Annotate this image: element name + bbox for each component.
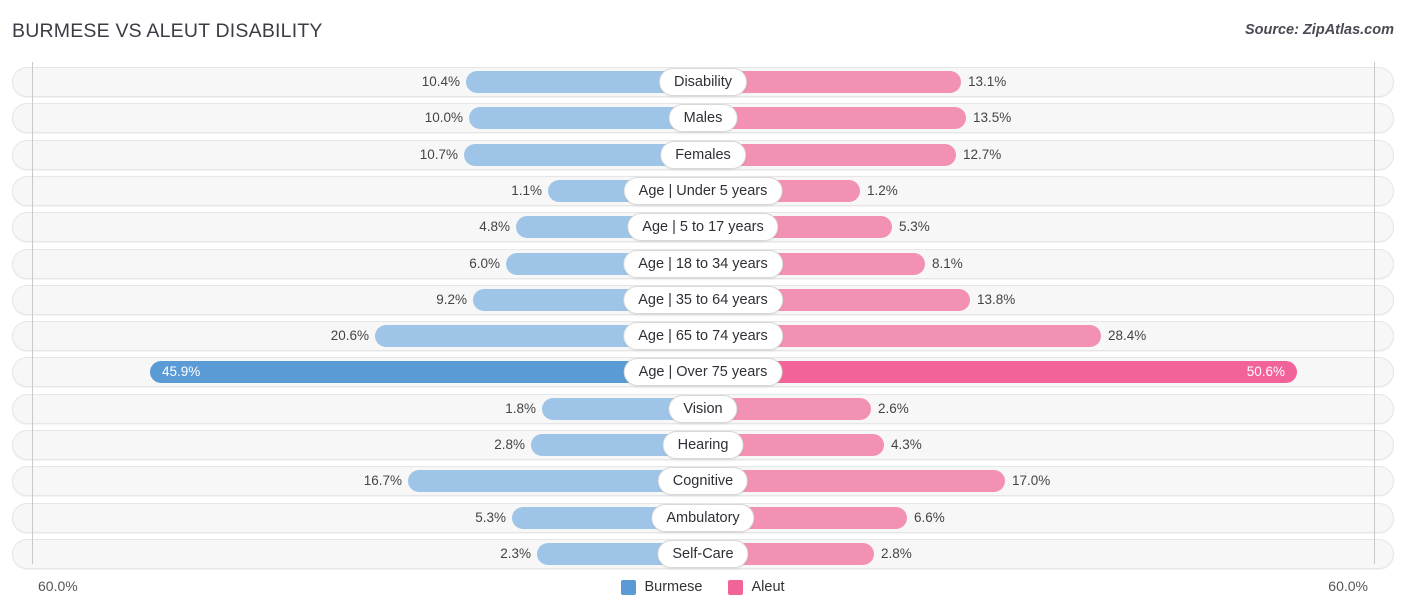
row-label-pill: Females — [660, 140, 746, 169]
row-label-text: Age | 35 to 64 years — [638, 291, 768, 308]
value-label-burmese: 10.0% — [424, 110, 463, 126]
table-row: 10.7% 12.7% Females — [12, 139, 1394, 170]
source-attribution: Source: ZipAtlas.com — [1244, 22, 1394, 38]
row-label-text: Age | Over 75 years — [638, 364, 768, 381]
value-label-burmese: 2.8% — [494, 437, 525, 452]
row-label-pill: Age | 5 to 17 years — [627, 213, 779, 242]
axis-line-right — [1374, 62, 1375, 564]
table-row: 2.8% 4.3% Hearing — [12, 430, 1394, 460]
chart-page: BURMESE VS ALEUT DISABILITY Source: ZipA… — [0, 0, 1406, 612]
bar-burmese — [150, 361, 703, 384]
row-label-text: Males — [683, 110, 723, 127]
value-label-burmese: 4.8% — [479, 219, 510, 235]
bar-aleut — [703, 361, 1297, 384]
axis-line-left — [32, 62, 33, 564]
row-label-text: Age | 5 to 17 years — [642, 219, 764, 236]
value-label-aleut: 12.7% — [963, 146, 1002, 162]
page-title: BURMESE VS ALEUT DISABILITY — [12, 20, 323, 42]
table-row: 6.0% 8.1% Age | 18 to 34 years — [12, 248, 1394, 279]
chart-header: BURMESE VS ALEUT DISABILITY Source: ZipA… — [0, 0, 1406, 62]
row-label-text: Cognitive — [672, 473, 734, 490]
value-label-aleut: 17.0% — [1012, 473, 1051, 489]
row-label-text: Age | 65 to 74 years — [638, 328, 768, 345]
row-label-pill: Ambulatory — [651, 503, 755, 532]
value-label-burmese: 6.0% — [469, 255, 500, 271]
value-label-aleut: 1.2% — [867, 182, 898, 198]
legend-label: Burmese — [644, 579, 703, 595]
table-row: 45.9% 50.6% Age | Over 75 years — [12, 357, 1394, 388]
value-label-burmese: 10.4% — [421, 74, 460, 89]
row-label-text: Disability — [673, 74, 733, 90]
value-label-burmese: 1.8% — [505, 400, 536, 416]
chart-plot-area: 10.4% 13.1% Disability 10.0% 13.5% Males 10.7%… — [0, 62, 1406, 570]
table-row: 9.2% 13.8% Age | 35 to 64 years — [12, 284, 1394, 315]
value-label-aleut: 2.6% — [878, 400, 909, 416]
row-label-pill: Self-Care — [657, 539, 749, 568]
row-label-text: Ambulatory — [666, 509, 740, 526]
value-label-aleut: 28.4% — [1108, 328, 1147, 344]
value-label-burmese: 10.7% — [419, 146, 458, 162]
table-row: 2.3% 2.8% Self-Care — [12, 538, 1394, 569]
table-row: 10.0% 13.5% Males — [12, 103, 1394, 134]
row-label-text: Females — [675, 146, 731, 163]
value-label-burmese: 45.9% — [162, 364, 201, 380]
row-label-text: Hearing — [677, 437, 729, 453]
row-label-pill: Age | 35 to 64 years — [623, 285, 783, 314]
value-label-burmese: 16.7% — [363, 473, 402, 489]
value-label-aleut: 8.1% — [932, 255, 963, 271]
row-label-pill: Age | 65 to 74 years — [623, 322, 783, 351]
row-label-pill: Age | 18 to 34 years — [623, 249, 783, 278]
table-row: 20.6% 28.4% Age | 65 to 74 years — [12, 321, 1394, 352]
value-label-burmese: 9.2% — [436, 291, 467, 307]
value-label-aleut: 13.8% — [977, 291, 1016, 307]
chart-footer: 60.0% 60.0% Burmese Aleut — [0, 570, 1406, 612]
row-label-text: Self-Care — [672, 545, 734, 562]
row-label-pill: Males — [668, 104, 738, 133]
row-label-text: Age | 18 to 34 years — [638, 255, 768, 272]
bar-aleut — [703, 107, 966, 130]
value-label-burmese: 20.6% — [330, 328, 369, 344]
row-label-pill: Cognitive — [657, 467, 749, 496]
value-label-burmese: 1.1% — [511, 182, 542, 198]
table-row: 1.8% 2.6% Vision — [12, 393, 1394, 424]
row-label-pill: Hearing — [662, 431, 744, 459]
row-label-pill: Vision — [668, 394, 738, 423]
legend-item-aleut[interactable]: Aleut — [728, 579, 785, 595]
table-row: 10.4% 13.1% Disability — [12, 67, 1394, 97]
row-label-text: Age | Under 5 years — [638, 182, 768, 199]
legend-label: Aleut — [751, 579, 785, 595]
value-label-burmese: 2.3% — [500, 545, 531, 561]
chart-legend: Burmese Aleut — [0, 579, 1406, 595]
legend-item-burmese[interactable]: Burmese — [621, 579, 702, 595]
value-label-aleut: 6.6% — [914, 509, 945, 525]
value-label-aleut: 50.6% — [1246, 364, 1285, 380]
row-label-pill: Age | Over 75 years — [623, 358, 783, 387]
row-label-pill: Age | Under 5 years — [623, 176, 783, 205]
value-label-aleut: 13.5% — [973, 110, 1012, 126]
legend-swatch-icon — [728, 579, 744, 595]
row-label-text: Vision — [683, 400, 723, 417]
value-label-aleut: 2.8% — [881, 545, 912, 561]
legend-swatch-icon — [621, 579, 637, 595]
table-row: 5.3% 6.6% Ambulatory — [12, 502, 1394, 533]
table-row: 16.7% 17.0% Cognitive — [12, 466, 1394, 497]
table-row: 4.8% 5.3% Age | 5 to 17 years — [12, 212, 1394, 243]
value-label-aleut: 4.3% — [891, 437, 922, 452]
row-label-pill: Disability — [658, 68, 748, 96]
table-row: 1.1% 1.2% Age | Under 5 years — [12, 175, 1394, 206]
value-label-burmese: 5.3% — [475, 509, 506, 525]
bar-aleut — [703, 470, 1005, 493]
value-label-aleut: 13.1% — [968, 74, 1007, 89]
value-label-aleut: 5.3% — [899, 219, 930, 235]
